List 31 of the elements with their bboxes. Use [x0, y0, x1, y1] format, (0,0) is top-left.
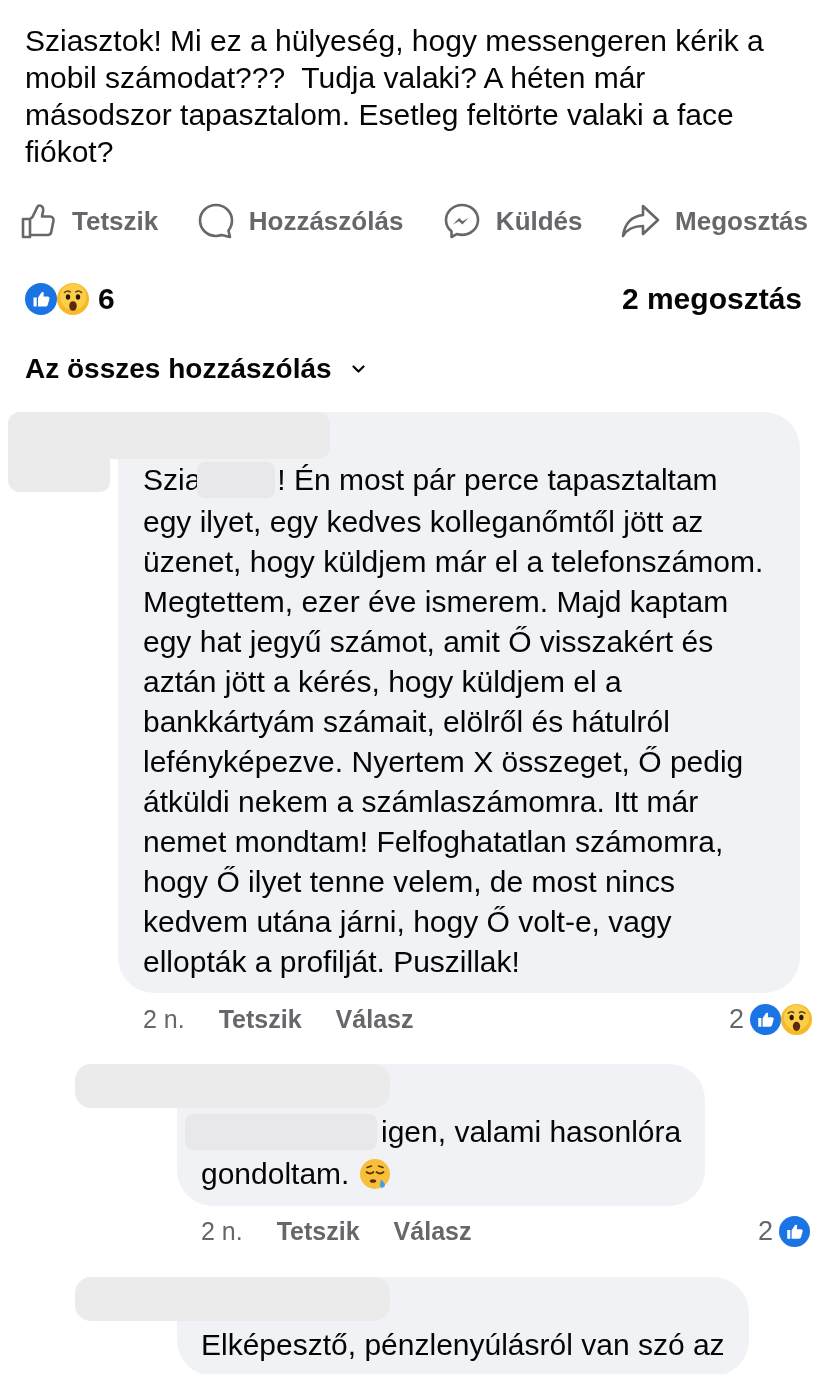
reaction-count: 6 [98, 282, 115, 316]
share-count-link[interactable]: 2 megosztás [621, 282, 802, 316]
comment-text: gondoltam. [201, 1157, 350, 1191]
like-link[interactable]: Tetszik [218, 1004, 302, 1034]
post-text: Sziasztok! Mi ez a hülyeség, hogy messengeren kérik a mobil számodat??? Tudja valaki? A héten már másodszor tapasztalom. Esetleg feltörte valaki a face fiókot? [24, 23, 765, 170]
surprised-face-icon [57, 283, 89, 315]
reply-link[interactable]: Válasz [393, 1217, 472, 1247]
comment-text: Elképesztő, pénzlenyúlásról van szó az [201, 1327, 725, 1361]
thumbs-up-icon [779, 1216, 810, 1248]
thumbs-up-icon [25, 283, 57, 315]
send-button[interactable]: Küldés [441, 202, 583, 240]
comment-text: egy ilyet, egy kedves kolleganőmtől jött az üzenet, hogy küldjem már el a telefonszámom. Megtettem, ezer éve ismerem. Majd kaptam egy hat jegyű számot, amit Ő visszakért és aztán jött a kérés, hogy küldjem el a bankkártyám számait, elölről és hátulról lefényképezve. Nyertem X összeget, Ő pedig átküldi nekem a számlaszámomra. Itt már nemet mondtam! Felfoghatatlan számomra, hogy Ő ilyet tenne velem, de most nincs kedvem utána járni, hogy Ő volt-e, vagy ellopták a profilját. Puszillak! [143, 505, 764, 979]
comment-time: 2 n. [201, 1217, 243, 1247]
share-icon [621, 202, 662, 240]
comment-time: 2 n. [143, 1004, 185, 1034]
like-link[interactable]: Tetszik [276, 1217, 360, 1247]
chevron-down-icon [351, 365, 365, 373]
speech-bubble-icon [196, 202, 235, 240]
thumbs-up-icon [20, 202, 58, 240]
comment-filter-button[interactable]: Az összes hozzászólás [25, 353, 365, 385]
reply-link[interactable]: Válasz [335, 1004, 414, 1034]
comment-button[interactable]: Hozzászólás [196, 202, 404, 240]
like-button[interactable]: Tetszik [20, 202, 159, 240]
reaction-count: 2 [757, 1216, 773, 1248]
comment-text: igen, valami hasonlóra [381, 1115, 682, 1149]
surprised-face-icon [781, 1003, 812, 1035]
comment-text: ! Én most pár perce tapasztaltam [277, 463, 718, 496]
thumbs-up-icon [750, 1003, 781, 1035]
reaction-count: 2 [728, 1003, 744, 1035]
share-button[interactable]: Megosztás [621, 202, 808, 240]
sleepy-face-icon [359, 1157, 392, 1190]
